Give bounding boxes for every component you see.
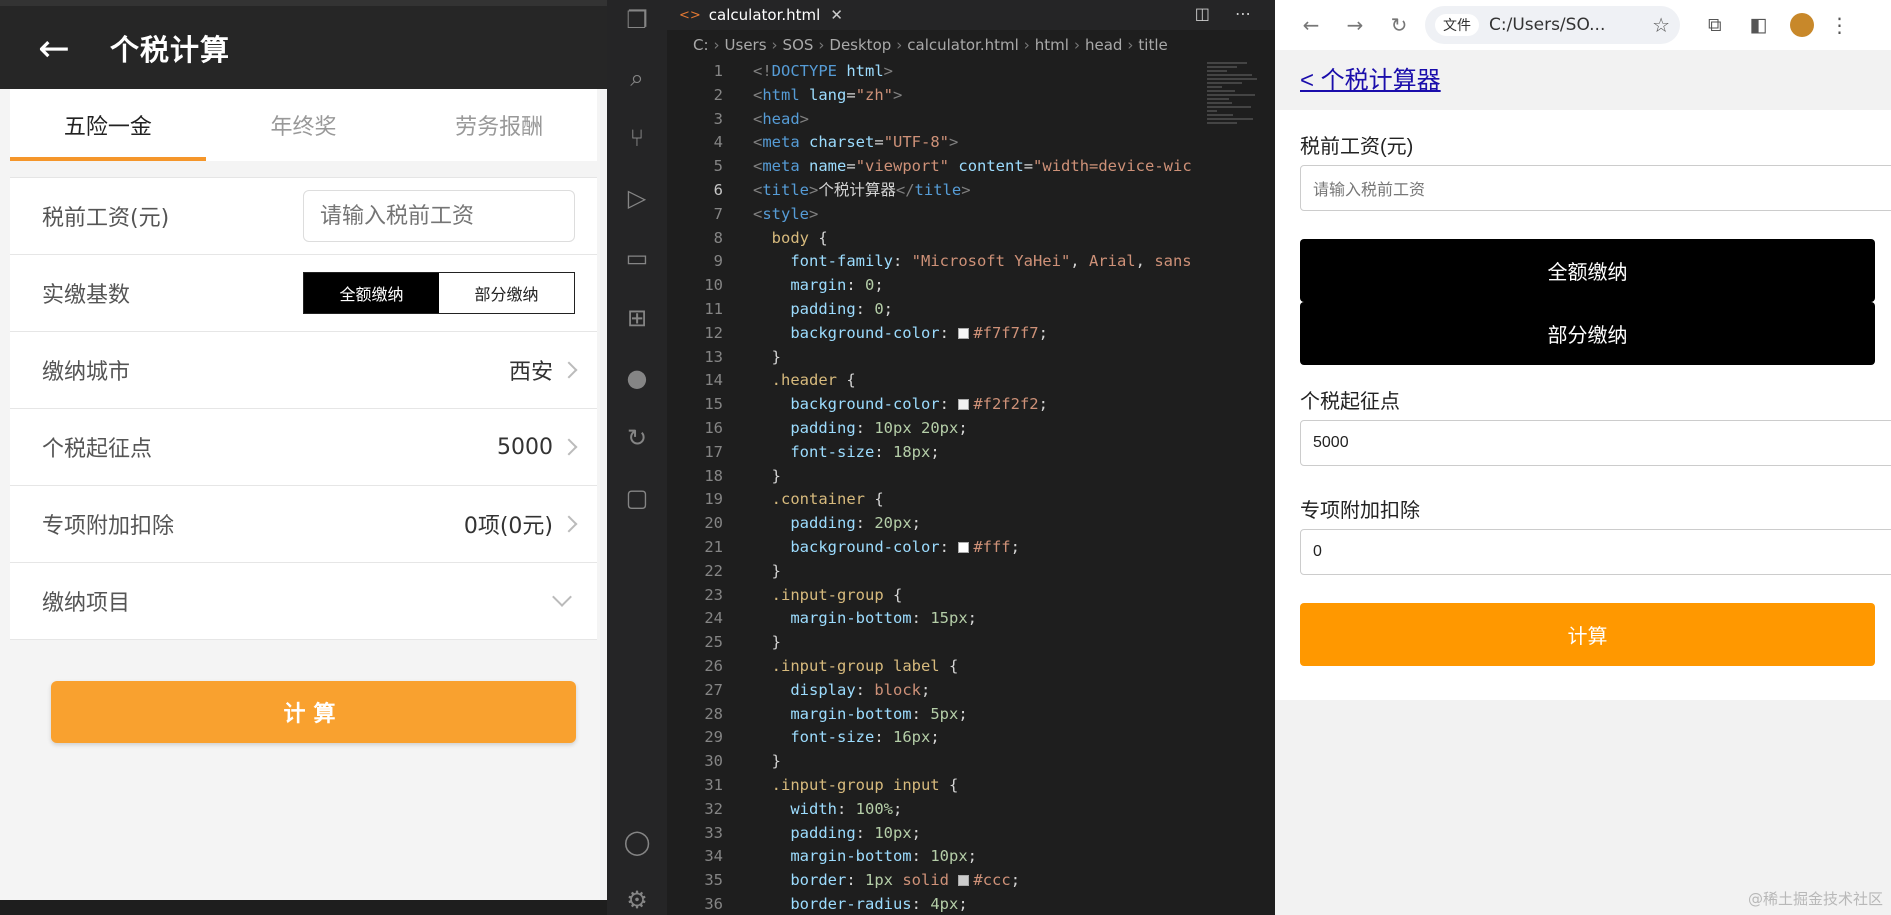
threshold-label: 个税起征点 <box>1300 391 1400 413</box>
activity-bar: ❐ ⌕ ⑂ ▷ ▭ ⊞ ● ↻ ▢ ◯ ⚙ <box>607 0 667 915</box>
code-editor-window: ❐ ⌕ ⑂ ▷ ▭ ⊞ ● ↻ ▢ ◯ ⚙ <> calculator.html… <box>607 0 1275 915</box>
breadcrumb-item[interactable]: head <box>1085 36 1122 54</box>
threshold-row[interactable]: 个税起征点 5000 <box>10 409 597 486</box>
code-area[interactable]: 1 <!DOCTYPE html> 2 <html lang="zh"> 3 <hea… <box>667 60 1207 915</box>
editor-tab-bar: <> calculator.html ✕ ◫ ⋯ <box>667 0 1275 30</box>
base-label: 实缴基数 <box>42 283 131 308</box>
base-segmented-control: 全额缴纳 部分缴纳 <box>303 272 575 314</box>
app-header: ← 个税计算 <box>0 0 607 89</box>
editor-tab[interactable]: <> calculator.html ✕ <box>679 0 843 30</box>
live-share-icon[interactable]: ↻ <box>623 424 651 452</box>
breadcrumb-item[interactable]: Users <box>725 36 767 54</box>
deduction-value: 0项(0元) <box>463 514 553 539</box>
items-label: 缴纳项目 <box>42 591 131 616</box>
more-menu-icon[interactable]: ⋮ <box>1830 13 1850 37</box>
city-value: 西安 <box>508 360 553 385</box>
threshold-value: 5000 <box>497 434 553 460</box>
chevron-right-icon <box>560 515 578 533</box>
comments-icon[interactable]: ▢ <box>623 484 651 512</box>
tab-labor-income[interactable]: 劳务报酬 <box>401 89 597 161</box>
salary-input[interactable] <box>303 190 575 242</box>
full-pay-button[interactable]: 全额缴纳 <box>1300 239 1875 302</box>
close-icon[interactable]: ✕ <box>830 6 843 24</box>
side-panel-icon[interactable]: ◧ <box>1750 14 1768 36</box>
extensions-icon[interactable]: ⧉ <box>1708 14 1722 36</box>
city-row[interactable]: 缴纳城市 西安 <box>10 332 597 409</box>
calculate-button[interactable]: 计算 <box>1300 603 1875 666</box>
mobile-app: ← 个税计算 五险一金 年终奖 劳务报酬 税前工资(元) 实缴基数 全额缴纳 部… <box>0 0 607 900</box>
breadcrumb-item[interactable]: calculator.html <box>907 36 1019 54</box>
html-file-icon: <> <box>679 7 701 23</box>
tax-form: 税前工资(元) 实缴基数 全额缴纳 部分缴纳 缴纳城市 西安 个税起征点 500… <box>10 177 597 640</box>
breadcrumb-item[interactable]: html <box>1035 36 1069 54</box>
explorer-icon[interactable]: ❐ <box>623 6 651 34</box>
page-back-link[interactable]: < 个税计算器 <box>1300 67 1441 94</box>
page-header: < 个税计算器 <box>1275 50 1891 110</box>
watermark: @稀土掘金技术社区 <box>1747 890 1883 908</box>
remote-explorer-icon[interactable]: ▭ <box>623 244 651 272</box>
threshold-input[interactable]: 5000 <box>1300 420 1891 466</box>
reload-icon[interactable]: ↻ <box>1377 13 1421 37</box>
tab-bar: 五险一金 年终奖 劳务报酬 <box>10 89 597 161</box>
salary-label: 税前工资(元) <box>1300 136 1414 158</box>
part-pay-option[interactable]: 部分缴纳 <box>439 273 574 313</box>
threshold-label: 个税起征点 <box>42 437 153 462</box>
source-control-icon[interactable]: ⑂ <box>623 124 651 152</box>
tab-year-end-bonus[interactable]: 年终奖 <box>206 89 402 161</box>
github-icon[interactable]: ● <box>623 364 651 392</box>
deduction-input[interactable]: 0 <box>1300 529 1891 575</box>
address-bar[interactable]: 文件 C:/Users/SO... ☆ <box>1425 6 1680 44</box>
avatar[interactable] <box>1789 13 1814 37</box>
screen: ← 个税计算 五险一金 年终奖 劳务报酬 税前工资(元) 实缴基数 全额缴纳 部… <box>0 0 1891 915</box>
chevron-down-icon <box>552 587 572 607</box>
editor-actions[interactable]: ◫ ⋯ <box>1195 4 1261 23</box>
search-icon[interactable]: ⌕ <box>623 64 651 92</box>
chevron-right-icon <box>560 361 578 379</box>
breadcrumb-item[interactable]: C: <box>693 36 709 54</box>
run-debug-icon[interactable]: ▷ <box>623 184 651 212</box>
back-icon[interactable]: ← <box>1289 13 1333 37</box>
browser-toolbar: ← → ↻ 文件 C:/Users/SO... ☆ ⧉ ◧ ⋮ <box>1275 0 1891 50</box>
items-row[interactable]: 缴纳项目 <box>10 563 597 640</box>
calculate-button[interactable]: 计算 <box>51 681 576 743</box>
url-text: C:/Users/SO... <box>1489 15 1606 35</box>
minimap[interactable] <box>1207 60 1265 240</box>
account-icon[interactable]: ◯ <box>623 828 651 856</box>
deduction-row[interactable]: 专项附加扣除 0项(0元) <box>10 486 597 563</box>
arrow-left-icon[interactable]: ← <box>38 29 110 67</box>
city-label: 缴纳城市 <box>42 360 131 385</box>
salary-label: 税前工资(元) <box>42 206 170 231</box>
breadcrumb: C: › Users › SOS › Desktop › calculator.html… <box>693 36 1168 54</box>
salary-input[interactable]: 请输入税前工资 <box>1300 165 1891 211</box>
part-pay-button[interactable]: 部分缴纳 <box>1300 302 1875 365</box>
deduction-label: 专项附加扣除 <box>1300 500 1420 522</box>
editor-tab-label: calculator.html <box>708 6 821 24</box>
browser-window: ← → ↻ 文件 C:/Users/SO... ☆ ⧉ ◧ ⋮ < 个税计算器 … <box>1275 0 1891 915</box>
chevron-right-icon <box>560 438 578 456</box>
deduction-label: 专项附加扣除 <box>42 514 175 539</box>
tab-insurance[interactable]: 五险一金 <box>10 89 206 161</box>
app-title: 个税计算 <box>110 32 231 67</box>
breadcrumb-item[interactable]: Desktop <box>829 36 891 54</box>
page-footer-area <box>1275 700 1891 915</box>
forward-icon[interactable]: → <box>1333 13 1377 37</box>
full-pay-option[interactable]: 全额缴纳 <box>304 273 439 313</box>
base-row: 实缴基数 全额缴纳 部分缴纳 <box>10 255 597 332</box>
site-info-chip[interactable]: 文件 <box>1435 14 1479 36</box>
breadcrumb-item[interactable]: SOS <box>783 36 814 54</box>
star-icon[interactable]: ☆ <box>1652 13 1670 37</box>
gear-icon[interactable]: ⚙ <box>623 886 651 914</box>
extensions-icon[interactable]: ⊞ <box>623 304 651 332</box>
salary-row: 税前工资(元) <box>10 178 597 255</box>
page-form: 税前工资(元) 请输入税前工资 全额缴纳 部分缴纳 个税起征点 5000 专项附… <box>1275 110 1891 686</box>
breadcrumb-item[interactable]: title <box>1138 36 1167 54</box>
